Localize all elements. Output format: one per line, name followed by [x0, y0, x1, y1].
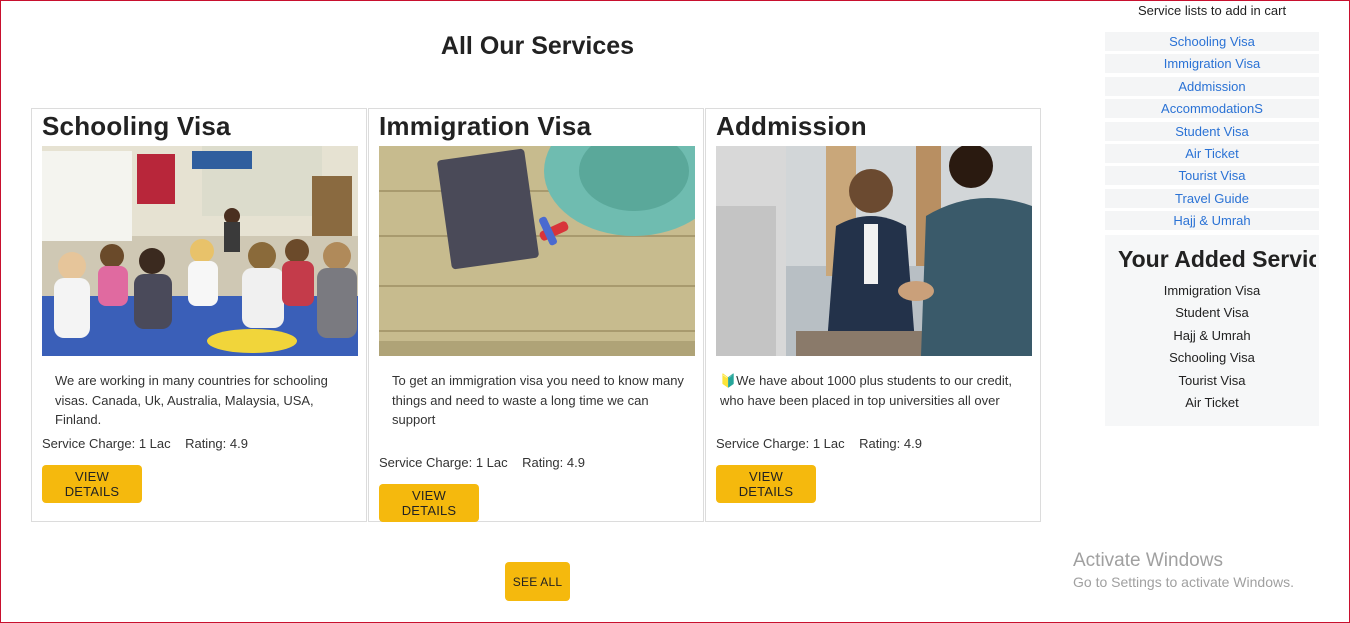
- watermark-line1: Activate Windows: [1073, 550, 1223, 571]
- card-title: Schooling Visa: [42, 111, 231, 141]
- cart-item-addmission[interactable]: Addmission: [1105, 76, 1319, 96]
- watermark-line2: Go to Settings to activate Windows.: [1073, 574, 1294, 590]
- handshake-photo: [716, 146, 1032, 356]
- view-details-button[interactable]: VIEW DETAILS: [716, 465, 816, 503]
- classroom-photo: [42, 146, 358, 356]
- cart-item-travel-guide[interactable]: Travel Guide: [1105, 188, 1319, 208]
- service-rating: Rating: 4.9: [522, 455, 585, 470]
- passport-photo: [379, 146, 695, 356]
- card-title: Addmission: [716, 111, 867, 141]
- cart-list-heading: Service lists to add in cart: [1137, 3, 1287, 18]
- added-services-panel: Your Added Servic Immigration Visa Stude…: [1105, 235, 1319, 426]
- view-details-button[interactable]: VIEW DETAILS: [379, 484, 479, 522]
- added-item: Immigration Visa: [1163, 283, 1261, 298]
- card-description: To get an immigration visa you need to k…: [392, 373, 684, 427]
- cart-item-immigration-visa[interactable]: Immigration Visa: [1105, 54, 1319, 74]
- added-item: Air Ticket: [1185, 394, 1239, 410]
- activate-windows-watermark: Activate Windows Go to Settings to activ…: [1073, 550, 1294, 590]
- cart-item-hajj-umrah[interactable]: Hajj & Umrah: [1105, 211, 1319, 231]
- added-services-list: Immigration Visa Student Visa Hajj & Umr…: [1105, 282, 1319, 416]
- card-description: We are working in many countries for sch…: [55, 373, 328, 427]
- card-meta: Service Charge: 1 Lac Rating: 4.9: [716, 436, 922, 451]
- cart-item-student-visa[interactable]: Student Visa: [1105, 121, 1319, 141]
- card-description: 🔰We have about 1000 plus students to our…: [720, 373, 1013, 408]
- added-item: Hajj & Umrah: [1173, 327, 1251, 343]
- card-meta: Service Charge: 1 Lac Rating: 4.9: [379, 455, 585, 470]
- added-item: Schooling Visa: [1169, 350, 1255, 366]
- service-charge: Service Charge: 1 Lac: [42, 436, 171, 451]
- cart-item-air-ticket[interactable]: Air Ticket: [1105, 143, 1319, 163]
- see-all-button[interactable]: SEE ALL: [505, 562, 570, 601]
- cart-item-accommodations[interactable]: AccommodationS: [1105, 99, 1319, 119]
- added-item: Tourist Visa: [1178, 372, 1246, 388]
- service-charge: Service Charge: 1 Lac: [716, 436, 845, 451]
- card-meta: Service Charge: 1 Lac Rating: 4.9: [42, 436, 248, 451]
- cart-item-tourist-visa[interactable]: Tourist Visa: [1105, 166, 1319, 186]
- service-card-schooling-visa: Schooling Visa We are working in many co…: [31, 108, 367, 522]
- page-title: All Our Services: [440, 32, 635, 60]
- service-rating: Rating: 4.9: [859, 436, 922, 451]
- service-rating: Rating: 4.9: [185, 436, 248, 451]
- service-card-immigration-visa: Immigration Visa To get an immigration v…: [368, 108, 704, 522]
- added-services-title: Your Added Servic: [1118, 246, 1316, 272]
- service-cart-list: Schooling Visa Immigration Visa Addmissi…: [1105, 32, 1319, 234]
- card-title: Immigration Visa: [379, 111, 592, 141]
- service-card-addmission: Addmission 🔰We have about 1000 plus stud…: [705, 108, 1041, 522]
- cart-item-schooling-visa[interactable]: Schooling Visa: [1105, 32, 1319, 51]
- view-details-button[interactable]: VIEW DETAILS: [42, 465, 142, 503]
- added-item: Student Visa: [1175, 305, 1249, 321]
- service-charge: Service Charge: 1 Lac: [379, 455, 508, 470]
